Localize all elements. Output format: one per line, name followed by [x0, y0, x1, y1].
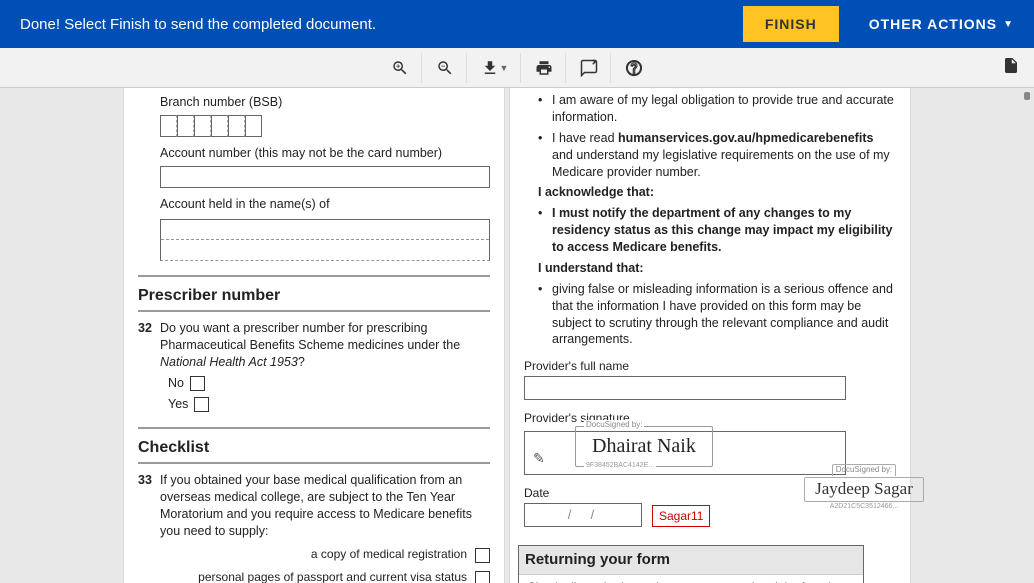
q32-no-label: No [168, 375, 184, 392]
finish-button[interactable]: FINISH [743, 6, 839, 42]
side-signature-code: A2D21C5C3512466... [804, 502, 924, 511]
account-number-label: Account number (this may not be the card… [160, 145, 490, 162]
provider-signature-label: Provider's signature [524, 410, 896, 426]
chk2-checkbox[interactable] [475, 571, 490, 583]
svg-text:?: ? [632, 63, 638, 74]
decl-bullet-3: I must notify the department of any chan… [552, 205, 896, 256]
zoom-out-button[interactable] [424, 53, 467, 83]
zoom-in-icon [391, 59, 409, 77]
side-docusign-tag: DocuSigned by: [832, 464, 896, 476]
chk1-label: a copy of medical registration [311, 546, 467, 562]
document-menu-icon[interactable] [1002, 56, 1020, 79]
side-signature: DocuSigned by: Jaydeep Sagar A2D21C5C351… [804, 460, 924, 511]
q33-text: If you obtained your base medical qualif… [160, 472, 490, 540]
account-name-input[interactable] [160, 219, 490, 261]
zoom-out-icon [436, 59, 454, 77]
initial-field[interactable]: Sagar11 [652, 505, 710, 527]
side-signature-name: Jaydeep Sagar [804, 477, 924, 502]
signature-field[interactable]: ✎ DocuSigned by: Dhairat Naik 9F38452BAC… [524, 431, 846, 475]
other-actions-dropdown[interactable]: OTHER ACTIONS ▼ [869, 16, 1014, 32]
q32-number: 32 [138, 320, 160, 371]
other-actions-label: OTHER ACTIONS [869, 16, 997, 32]
understand-heading: I understand that: [538, 260, 896, 277]
returning-form-text: Check all required questions are answere… [527, 579, 855, 583]
scrollbar-thumb[interactable] [1024, 92, 1030, 100]
docusign-tag: DocuSigned by: [584, 420, 644, 431]
checklist-section-title: Checklist [138, 437, 490, 459]
date-input[interactable]: / / [524, 503, 642, 527]
prescriber-section-title: Prescriber number [138, 285, 490, 307]
decl-bullet-4: giving false or misleading information i… [552, 281, 896, 349]
page-right: •I am aware of my legal obligation to pr… [510, 88, 910, 583]
chk1-checkbox[interactable] [475, 548, 490, 563]
q32-text: Do you want a prescriber number for pres… [160, 320, 490, 371]
print-icon [535, 59, 553, 77]
top-bar: Done! Select Finish to send the complete… [0, 0, 1034, 48]
returning-form-heading: Returning your form [519, 546, 863, 575]
help-icon: ? [625, 59, 643, 77]
document-viewport[interactable]: Branch number (BSB) Account number (this… [0, 88, 1034, 583]
q32-yes-label: Yes [168, 396, 188, 413]
print-button[interactable] [523, 53, 566, 83]
acknowledge-heading: I acknowledge that: [538, 184, 896, 201]
chk2-label: personal pages of passport and current v… [198, 569, 467, 583]
decl-bullet-1: I am aware of my legal obligation to pro… [552, 92, 896, 126]
account-name-label: Account held in the name(s) of [160, 196, 490, 213]
returning-form-box: Returning your form Check all required q… [518, 545, 864, 583]
account-number-input[interactable] [160, 166, 490, 188]
download-icon [481, 59, 499, 77]
signature-code: 9F38452BAC4142E... [584, 461, 656, 470]
decl-bullet-2: I have read humanservices.gov.au/hpmedic… [552, 130, 896, 181]
chevron-down-icon: ▼ [500, 63, 509, 73]
page-left: Branch number (BSB) Account number (this… [124, 88, 504, 583]
q32-yes-checkbox[interactable] [194, 397, 209, 412]
provider-name-label: Provider's full name [524, 358, 896, 374]
q33-number: 33 [138, 472, 160, 540]
comment-button[interactable] [568, 53, 611, 83]
branch-number-label: Branch number (BSB) [160, 94, 490, 111]
bsb-input[interactable] [160, 115, 490, 137]
completion-message: Done! Select Finish to send the complete… [20, 16, 743, 33]
download-button[interactable]: ▼ [469, 53, 522, 83]
zoom-in-button[interactable] [379, 53, 422, 83]
pen-icon: ✎ [533, 449, 545, 468]
toolbar: ▼ ? [0, 48, 1034, 88]
signature-name: Dhairat Naik [582, 429, 706, 460]
declaration-block: •I am aware of my legal obligation to pr… [538, 92, 896, 348]
caret-down-icon: ▼ [1003, 19, 1014, 30]
provider-name-input[interactable] [524, 376, 846, 400]
help-button[interactable]: ? [613, 53, 655, 83]
comment-icon [580, 59, 598, 77]
q32-no-checkbox[interactable] [190, 376, 205, 391]
